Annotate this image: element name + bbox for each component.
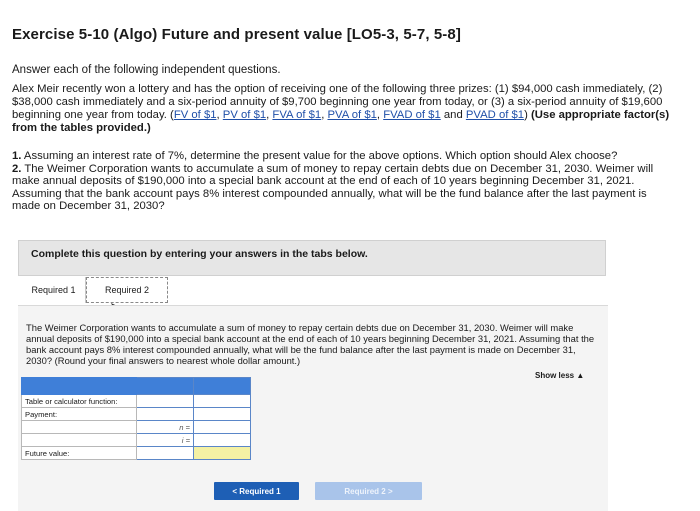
question-1: 1. Assuming an interest rate of 7%, dete… bbox=[12, 150, 618, 162]
link-fvad-of-1[interactable]: FVAD of $1 bbox=[383, 109, 441, 121]
table-row: Payment: bbox=[21, 407, 251, 421]
question-2: 2. The Weimer Corporation wants to accum… bbox=[12, 162, 654, 213]
link-pv-of-1[interactable]: PV of $1 bbox=[223, 109, 266, 121]
payment-answer-input[interactable] bbox=[193, 407, 251, 421]
table-row: n = bbox=[21, 420, 251, 434]
questions-list: 1. Assuming an interest rate of 7%, dete… bbox=[12, 150, 672, 213]
prev-required-1-button[interactable]: < Required 1 bbox=[214, 482, 299, 500]
problem-statement: Alex Meir recently won a lottery and has… bbox=[12, 83, 670, 134]
link-pva-of-1[interactable]: PVA of $1 bbox=[327, 109, 376, 121]
table-header-row bbox=[21, 377, 251, 395]
show-less-toggle[interactable]: Show less ▲ bbox=[535, 371, 584, 380]
factor-answer-input[interactable] bbox=[193, 394, 251, 408]
link-pvad-of-1[interactable]: PVAD of $1 bbox=[466, 109, 524, 121]
n-label: n = bbox=[136, 420, 194, 434]
link-fva-of-1[interactable]: FVA of $1 bbox=[272, 109, 321, 121]
table-row: Future value: bbox=[21, 446, 251, 460]
payment-input[interactable] bbox=[136, 407, 194, 421]
table-row: Table or calculator function: bbox=[21, 394, 251, 408]
future-value-spacer bbox=[136, 446, 194, 460]
next-required-2-button[interactable]: Required 2 > bbox=[315, 482, 422, 500]
i-label: i = bbox=[136, 433, 194, 447]
instruction-banner: Complete this question by entering your … bbox=[18, 240, 606, 276]
future-value-input[interactable] bbox=[193, 446, 251, 460]
tab-required-1[interactable]: Required 1 bbox=[22, 277, 86, 303]
tab-required-2[interactable]: Required 2 bbox=[86, 277, 168, 303]
instructions-text: Answer each of the following independent… bbox=[12, 64, 281, 76]
page-title: Exercise 5-10 (Algo) Future and present … bbox=[12, 26, 461, 43]
payment-label: Payment: bbox=[21, 407, 137, 421]
factor-label: Table or calculator function: bbox=[21, 394, 137, 408]
link-fv-of-1[interactable]: FV of $1 bbox=[174, 109, 217, 121]
i-input[interactable] bbox=[193, 433, 251, 447]
panel-question-text: The Weimer Corporation wants to accumula… bbox=[26, 322, 595, 366]
table-row: i = bbox=[21, 433, 251, 447]
calculation-table: Table or calculator function: Payment: n… bbox=[21, 377, 251, 460]
future-value-label: Future value: bbox=[21, 446, 137, 460]
n-input[interactable] bbox=[193, 420, 251, 434]
factor-input[interactable] bbox=[136, 394, 194, 408]
